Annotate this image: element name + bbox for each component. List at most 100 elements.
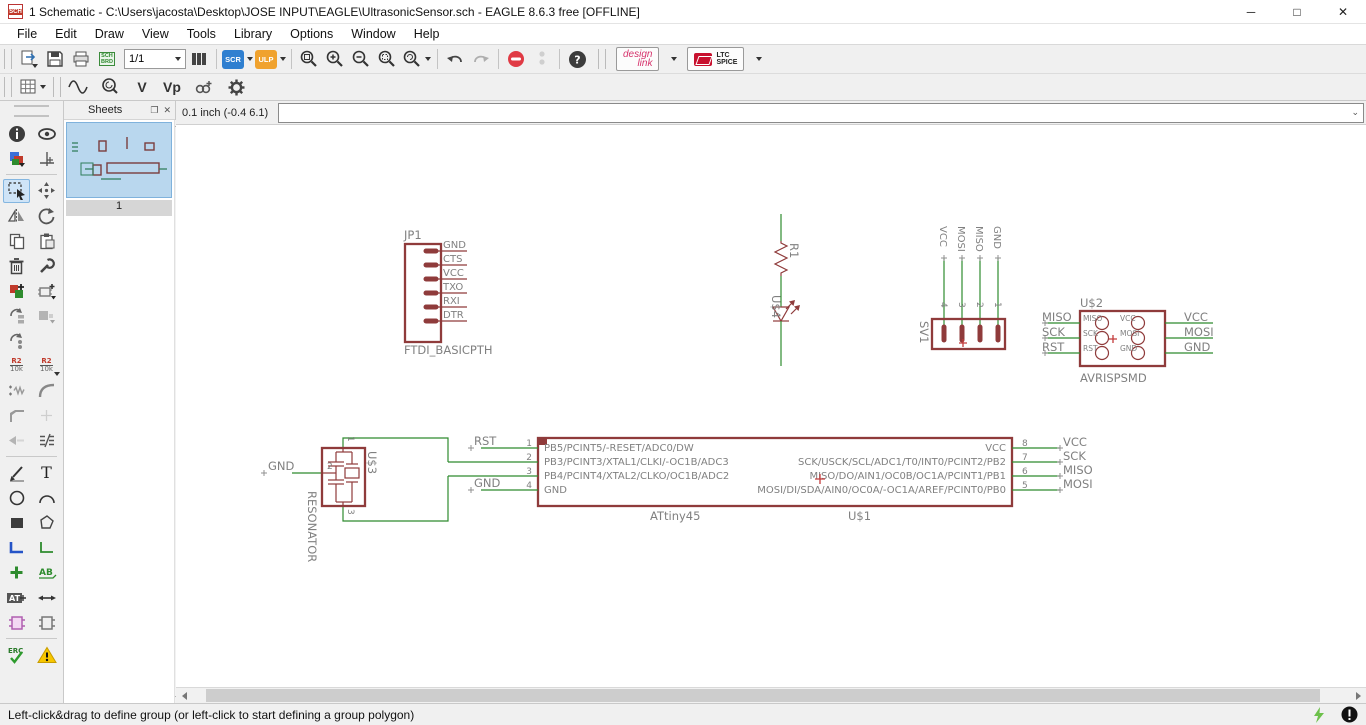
undo-button[interactable] (442, 47, 468, 71)
net-tool[interactable] (33, 536, 60, 560)
polygon-tool[interactable] (33, 511, 60, 535)
mirror-tool[interactable] (3, 204, 30, 228)
design-link-dropdown[interactable] (659, 47, 685, 71)
mark2-tool[interactable] (33, 404, 60, 428)
close-button[interactable]: ✕ (1320, 0, 1366, 23)
traffic-light-button[interactable] (529, 47, 555, 71)
miter-flat-tool[interactable] (3, 404, 30, 428)
arc-tool[interactable] (33, 486, 60, 510)
sheet-thumbnail-label[interactable]: 1 (66, 200, 172, 216)
module-tool[interactable] (3, 611, 30, 635)
circle-tool[interactable] (3, 486, 30, 510)
mark-tool[interactable] (33, 147, 60, 171)
zoom-in-button[interactable] (322, 47, 348, 71)
display-layers-tool[interactable] (3, 147, 30, 171)
menu-help[interactable]: Help (405, 25, 449, 43)
replace-tool[interactable] (33, 279, 60, 303)
settings-button[interactable] (223, 75, 249, 99)
name-tool[interactable]: R2 10k (3, 354, 30, 378)
help-button[interactable]: ? (564, 47, 590, 71)
technology-tool[interactable] (33, 304, 60, 328)
run-script-button[interactable]: SCR (221, 47, 254, 71)
part-resonator[interactable]: GND 1 2 3 U$3 RESONATOR (261, 436, 449, 562)
menu-view[interactable]: View (133, 25, 178, 43)
copy-tool[interactable] (3, 229, 30, 253)
palette-grip[interactable] (14, 105, 49, 117)
paste-tool[interactable] (33, 229, 60, 253)
toolbar-grip[interactable] (53, 77, 61, 97)
value-tool[interactable]: R2 10k (33, 354, 60, 378)
float-panel-icon[interactable]: ❐ (150, 105, 158, 116)
attribute-tool[interactable]: AT (3, 586, 30, 610)
command-combobox[interactable]: ⌄ (278, 102, 1364, 123)
toolbar-grip[interactable] (4, 49, 12, 69)
pinswap-tool[interactable] (3, 329, 30, 353)
ltspice-button[interactable]: LTC SPICE (687, 47, 745, 71)
minimize-button[interactable]: ─ (1228, 0, 1274, 23)
text-tool[interactable]: T (33, 461, 60, 485)
menu-file[interactable]: File (8, 25, 46, 43)
menu-tools[interactable]: Tools (178, 25, 225, 43)
toolbar-grip[interactable] (4, 77, 12, 97)
label-tool[interactable]: AB (33, 561, 60, 585)
miter-tool[interactable] (33, 379, 60, 403)
print-button[interactable] (68, 47, 94, 71)
save-button[interactable] (42, 47, 68, 71)
smash-tool[interactable] (3, 379, 30, 403)
redo-button[interactable] (468, 47, 494, 71)
chevron-down-icon[interactable]: ⌄ (1347, 107, 1363, 118)
horizontal-scrollbar[interactable] (176, 687, 1366, 703)
erc-tool[interactable]: ERC (3, 643, 30, 667)
menu-options[interactable]: Options (281, 25, 342, 43)
show-tool[interactable] (33, 122, 60, 146)
command-input[interactable] (279, 104, 1348, 121)
wire-tool[interactable] (3, 461, 30, 485)
toolbar-grip[interactable] (598, 49, 606, 69)
power-probe-button[interactable]: Vp (159, 75, 185, 99)
junction-tool[interactable] (3, 561, 30, 585)
stop-button[interactable] (503, 47, 529, 71)
part-attiny45[interactable]: RST GND 1 2 3 4 PB5/PCINT5/-RESET/ADC0/D… (448, 434, 1093, 523)
part-sv1[interactable]: VCC MOSI MISO GND 4 3 2 1 SV1 (917, 226, 1007, 351)
menu-library[interactable]: Library (225, 25, 281, 43)
sch-brd-toggle-button[interactable]: SCH BRD (94, 47, 120, 71)
dimension-tool[interactable] (33, 586, 60, 610)
design-link-button[interactable]: design link (616, 47, 660, 71)
zoom-out-button[interactable] (348, 47, 374, 71)
run-ulp-button[interactable]: ULP (254, 47, 287, 71)
part-jp1[interactable]: JP1 GND CTS VCC TXO RXI DTR FTDI_BASICPT… (403, 228, 493, 357)
zoom-select-button[interactable] (374, 47, 400, 71)
info-tool[interactable] (3, 122, 30, 146)
part-r1-led[interactable]: R1 U$4 (769, 214, 801, 366)
probe-button[interactable] (97, 75, 123, 99)
split-tool[interactable] (33, 429, 60, 453)
change-tool[interactable] (33, 254, 60, 278)
sheet-thumbnail[interactable] (66, 122, 172, 198)
menu-draw[interactable]: Draw (86, 25, 133, 43)
zoom-redraw-button[interactable] (400, 47, 433, 71)
rotate-tool[interactable] (33, 204, 60, 228)
open-button[interactable] (16, 47, 42, 71)
errors-tool[interactable] (33, 643, 60, 667)
invoke-tool[interactable] (3, 429, 30, 453)
gateswap-tool[interactable] (3, 304, 30, 328)
move-tool[interactable] (33, 179, 60, 203)
bus-tool[interactable] (3, 536, 30, 560)
sheet-selector[interactable]: 1/1 (124, 49, 186, 69)
close-panel-icon[interactable]: ✕ (163, 105, 171, 116)
link-net-button[interactable] (191, 75, 217, 99)
maximize-button[interactable]: □ (1274, 0, 1320, 23)
menu-edit[interactable]: Edit (46, 25, 86, 43)
connection-bolt-icon[interactable] (1311, 706, 1327, 723)
zoom-fit-button[interactable] (296, 47, 322, 71)
schematic-canvas[interactable]: .w { stroke:#2e8b2e; stroke-width:1.2; f… (176, 125, 1366, 687)
module-instance-tool[interactable] (33, 611, 60, 635)
add-part-tool[interactable] (3, 279, 30, 303)
rect-tool[interactable] (3, 511, 30, 535)
simulate-button[interactable] (65, 75, 91, 99)
sheet-list-button[interactable] (186, 47, 212, 71)
grid-button[interactable] (16, 75, 49, 99)
scrollbar-thumb[interactable] (206, 689, 1320, 702)
menu-window[interactable]: Window (342, 25, 404, 43)
scroll-right-icon[interactable] (1350, 688, 1366, 703)
